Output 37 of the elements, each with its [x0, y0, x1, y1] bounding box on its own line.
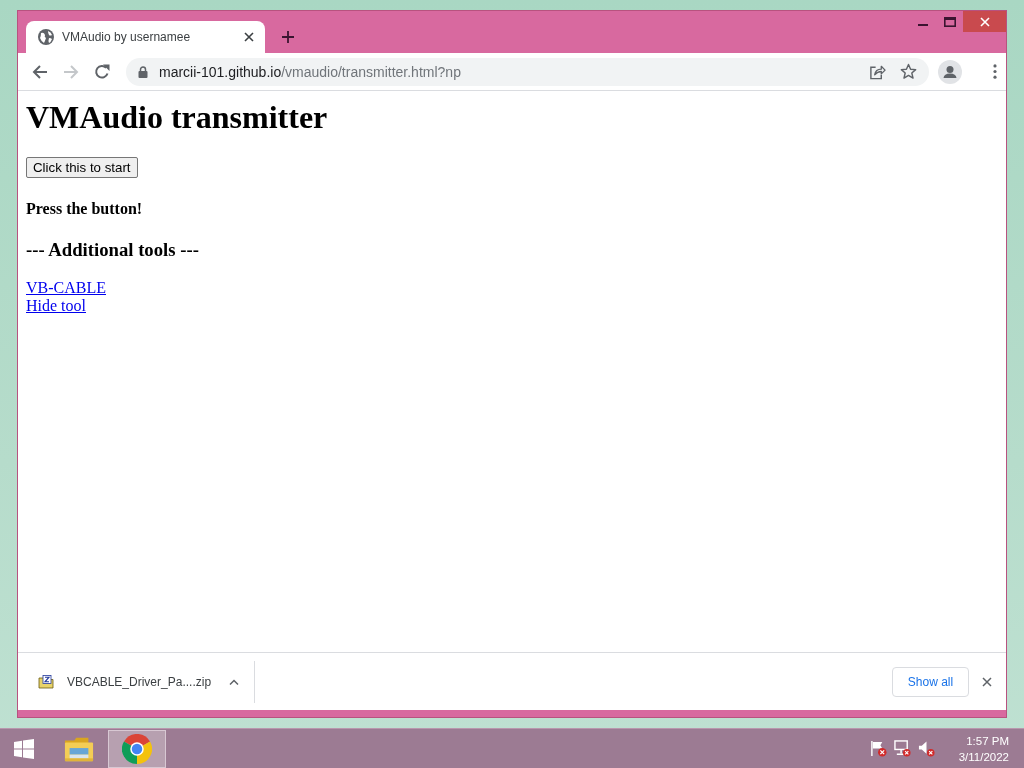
address-bar[interactable]: marcii-101.github.io/vmaudio/transmitter.html?np	[126, 57, 929, 86]
network-icon[interactable]	[893, 740, 911, 757]
close-button[interactable]	[963, 11, 1006, 32]
back-arrow-icon[interactable]	[32, 63, 48, 80]
close-icon[interactable]	[244, 32, 254, 42]
browser-tab[interactable]: VMAudio by usernamee	[26, 21, 265, 53]
maximize-icon	[943, 16, 956, 27]
chrome-logo-icon	[122, 733, 152, 764]
section-heading: --- Additional tools ---	[26, 239, 199, 261]
flag-warning-icon[interactable]	[869, 740, 887, 757]
share-icon[interactable]	[869, 63, 886, 80]
profile-avatar-icon[interactable]	[938, 59, 962, 84]
clock[interactable]: 1:57 PM 3/11/2022	[958, 732, 1009, 765]
menu-icon[interactable]	[993, 64, 997, 79]
minimize-icon	[917, 23, 928, 26]
clock-date: 3/11/2022	[958, 749, 1009, 765]
url-text: marcii-101.github.io/vmaudio/transmitter.html?np	[159, 63, 461, 80]
zip-file-icon	[38, 674, 54, 689]
muted-speaker-icon[interactable]	[917, 740, 935, 757]
reload-icon[interactable]	[94, 63, 110, 80]
windows-logo-icon[interactable]	[14, 738, 34, 759]
tool-link[interactable]: VB-CABLE	[26, 279, 106, 297]
show-all-button[interactable]: Show all	[892, 666, 969, 697]
start-button[interactable]: Click this to start	[26, 157, 138, 178]
status-text: Press the button!	[26, 199, 143, 218]
caret-up-icon[interactable]	[229, 678, 240, 685]
star-icon[interactable]	[900, 63, 917, 80]
tool-link[interactable]: Hide tool	[26, 297, 86, 315]
browser-taskbar-button[interactable]	[108, 729, 166, 768]
clock-time: 1:57 PM	[966, 733, 1009, 749]
plus-icon[interactable]	[282, 31, 294, 43]
close-icon	[979, 16, 990, 27]
globe-icon	[38, 29, 54, 45]
close-icon[interactable]	[982, 676, 992, 687]
download-item[interactable]: VBCABLE_Driver_Pa....zip	[18, 661, 254, 702]
lock-icon[interactable]	[138, 65, 148, 78]
page-heading: VMAudio transmitter	[26, 99, 328, 136]
